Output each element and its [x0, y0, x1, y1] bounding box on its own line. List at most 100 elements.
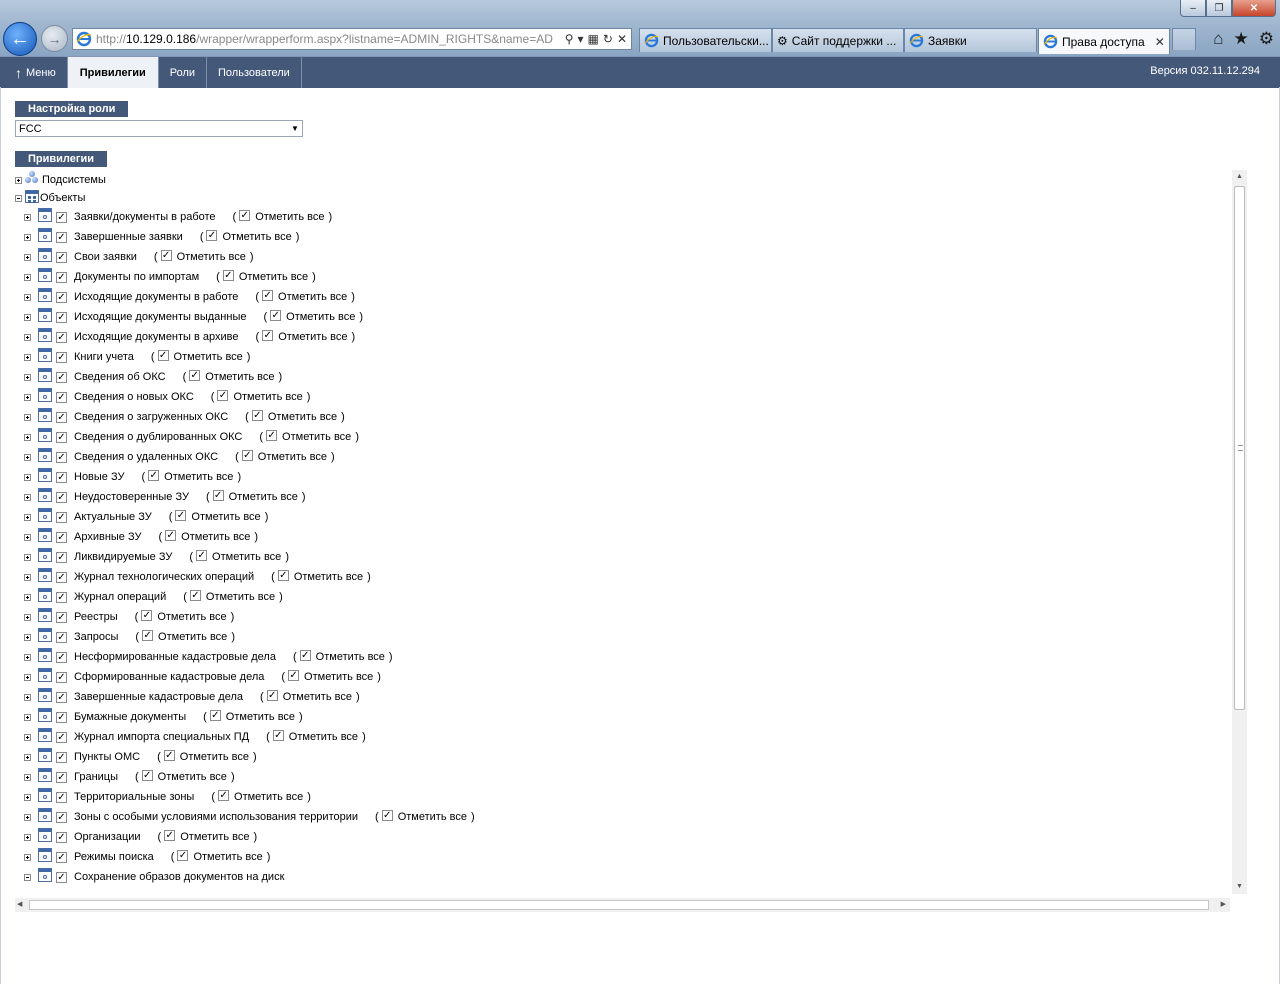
tree-item[interactable]: ✓ Сведения о новых ОКС(✓ Отметить все): [24, 388, 310, 406]
mark-all-checkbox[interactable]: ✓: [142, 629, 154, 641]
close-tab-icon[interactable]: ✕: [1145, 35, 1165, 49]
expand-icon[interactable]: [24, 433, 31, 441]
tree-item[interactable]: ✓ Границы(✓ Отметить все): [24, 768, 235, 786]
privilege-checkbox[interactable]: ✓: [56, 331, 67, 343]
privilege-checkbox[interactable]: ✓: [56, 711, 67, 723]
home-icon[interactable]: ⌂: [1213, 29, 1223, 49]
privilege-checkbox[interactable]: ✓: [56, 311, 67, 323]
mark-all-checkbox[interactable]: ✓: [270, 309, 282, 321]
expand-icon[interactable]: [24, 293, 31, 301]
mark-all-checkbox[interactable]: ✓: [251, 409, 263, 421]
mark-all-checkbox[interactable]: ✓: [212, 489, 224, 501]
minimize-button[interactable]: –: [1180, 0, 1206, 17]
forward-button[interactable]: →: [41, 25, 68, 52]
new-tab-button[interactable]: [1172, 28, 1196, 50]
mark-all-checkbox[interactable]: ✓: [239, 209, 251, 221]
privilege-checkbox[interactable]: ✓: [56, 451, 67, 463]
nav-roles[interactable]: Роли: [159, 57, 208, 88]
mark-all-checkbox[interactable]: ✓: [165, 529, 177, 541]
expand-icon[interactable]: [24, 333, 31, 341]
browser-tab-2[interactable]: ⚙ Сайт поддержки ...: [772, 28, 904, 52]
privilege-checkbox[interactable]: ✓: [56, 471, 67, 483]
mark-all-checkbox[interactable]: ✓: [163, 749, 175, 761]
privilege-checkbox[interactable]: ✓: [56, 551, 67, 563]
expand-icon[interactable]: [24, 353, 31, 361]
mark-all-checkbox[interactable]: ✓: [160, 249, 172, 261]
privilege-checkbox[interactable]: ✓: [56, 831, 67, 843]
nav-users[interactable]: Пользователи: [207, 57, 302, 88]
expand-icon[interactable]: [24, 813, 31, 821]
browser-tab-3[interactable]: Заявки: [904, 28, 1037, 52]
tree-item[interactable]: ✓ Запросы(✓ Отметить все): [24, 628, 235, 646]
expand-icon[interactable]: [24, 653, 31, 661]
role-select[interactable]: FCC ▼: [15, 120, 303, 137]
browser-tab-4-active[interactable]: Права доступа ✕: [1038, 28, 1170, 54]
scroll-down-icon[interactable]: ▼: [1232, 880, 1247, 894]
mark-all-checkbox[interactable]: ✓: [189, 589, 201, 601]
privilege-checkbox[interactable]: ✓: [56, 431, 67, 443]
privilege-checkbox[interactable]: ✓: [56, 851, 67, 863]
privilege-checkbox[interactable]: ✓: [56, 811, 67, 823]
mark-all-checkbox[interactable]: ✓: [189, 369, 201, 381]
tree-item[interactable]: ✓ Завершенные заявки(✓ Отметить все): [24, 228, 299, 246]
tree-item[interactable]: ✓ Сформированные кадастровые дела(✓ Отмети…: [24, 668, 381, 686]
mark-all-checkbox[interactable]: ✓: [164, 829, 176, 841]
expand-icon[interactable]: [24, 573, 31, 581]
mark-all-checkbox[interactable]: ✓: [277, 569, 289, 581]
mark-all-checkbox[interactable]: ✓: [175, 509, 187, 521]
back-button[interactable]: ←: [3, 22, 37, 56]
expand-icon[interactable]: [24, 233, 31, 241]
tree-item[interactable]: ✓ Актуальные ЗУ(✓ Отметить все): [24, 508, 268, 526]
mark-all-checkbox[interactable]: ✓: [222, 269, 234, 281]
tree-item[interactable]: ✓ Документы по импортам(✓ Отметить все): [24, 268, 316, 286]
tree-item[interactable]: ✓ Завершенные кадастровые дела(✓ Отметить …: [24, 688, 360, 706]
tree-item[interactable]: ✓ Сведения о удаленных ОКС(✓ Отметить все): [24, 448, 335, 466]
mark-all-checkbox[interactable]: ✓: [266, 689, 278, 701]
expand-icon[interactable]: [24, 373, 31, 381]
tree-item[interactable]: ✓ Организации(✓ Отметить все): [24, 828, 257, 846]
refresh-icon[interactable]: ↻: [603, 32, 613, 46]
tree-item[interactable]: ✓ Реестры(✓ Отметить все): [24, 608, 234, 626]
privilege-checkbox[interactable]: ✓: [56, 371, 67, 383]
privilege-checkbox[interactable]: ✓: [56, 751, 67, 763]
expand-icon[interactable]: [24, 493, 31, 501]
expand-icon[interactable]: [24, 533, 31, 541]
privilege-checkbox[interactable]: ✓: [56, 511, 67, 523]
tree-item[interactable]: ✓ Пункты ОМС(✓ Отметить все): [24, 748, 257, 766]
tree-item[interactable]: ✓ Сведения о загруженных ОКС(✓ Отметить вс…: [24, 408, 345, 426]
maximize-button[interactable]: ❐: [1206, 0, 1232, 17]
mark-all-checkbox[interactable]: ✓: [157, 349, 169, 361]
expand-icon[interactable]: [24, 393, 31, 401]
privilege-checkbox[interactable]: ✓: [56, 731, 67, 743]
tree-item[interactable]: ✓ Журнал операций(✓ Отметить все): [24, 588, 283, 606]
tree-item[interactable]: ✓ Исходящие документы в работе(✓ Отметить …: [24, 288, 355, 306]
privilege-checkbox[interactable]: ✓: [56, 771, 67, 783]
scroll-up-icon[interactable]: ▲: [1232, 170, 1247, 184]
expand-icon[interactable]: [24, 713, 31, 721]
expand-icon[interactable]: [24, 553, 31, 561]
mark-all-checkbox[interactable]: ✓: [209, 709, 221, 721]
tools-gear-icon[interactable]: ⚙: [1259, 29, 1274, 49]
vertical-scroll-thumb[interactable]: [1234, 186, 1245, 710]
tree-item[interactable]: ✓ Журнал технологических операций(✓ Отмети…: [24, 568, 371, 586]
privilege-checkbox[interactable]: ✓: [56, 491, 67, 503]
expand-icon[interactable]: [24, 593, 31, 601]
search-icon[interactable]: ⚲: [565, 32, 574, 46]
mark-all-checkbox[interactable]: ✓: [262, 289, 274, 301]
horizontal-scrollbar[interactable]: ◀ ▶: [15, 898, 1230, 912]
privilege-checkbox[interactable]: ✓: [56, 691, 67, 703]
mark-all-checkbox[interactable]: ✓: [262, 329, 274, 341]
expand-icon[interactable]: [24, 453, 31, 461]
scroll-left-icon[interactable]: ◀: [17, 898, 22, 912]
privilege-checkbox[interactable]: ✓: [56, 671, 67, 683]
tree-item[interactable]: ✓ Исходящие документы в архиве(✓ Отметить …: [24, 328, 355, 346]
mark-all-checkbox[interactable]: ✓: [217, 389, 229, 401]
expand-icon[interactable]: [24, 853, 31, 861]
expand-icon[interactable]: [24, 793, 31, 801]
tree-item[interactable]: ✓ Сведения об ОКС(✓ Отметить все): [24, 368, 282, 386]
privilege-checkbox[interactable]: ✓: [56, 271, 67, 283]
privilege-checkbox[interactable]: ✓: [56, 631, 67, 643]
favorites-star-icon[interactable]: ★: [1234, 29, 1249, 49]
browser-tab-1[interactable]: Пользовательски...: [639, 28, 772, 52]
privilege-checkbox[interactable]: ✓: [56, 411, 67, 423]
